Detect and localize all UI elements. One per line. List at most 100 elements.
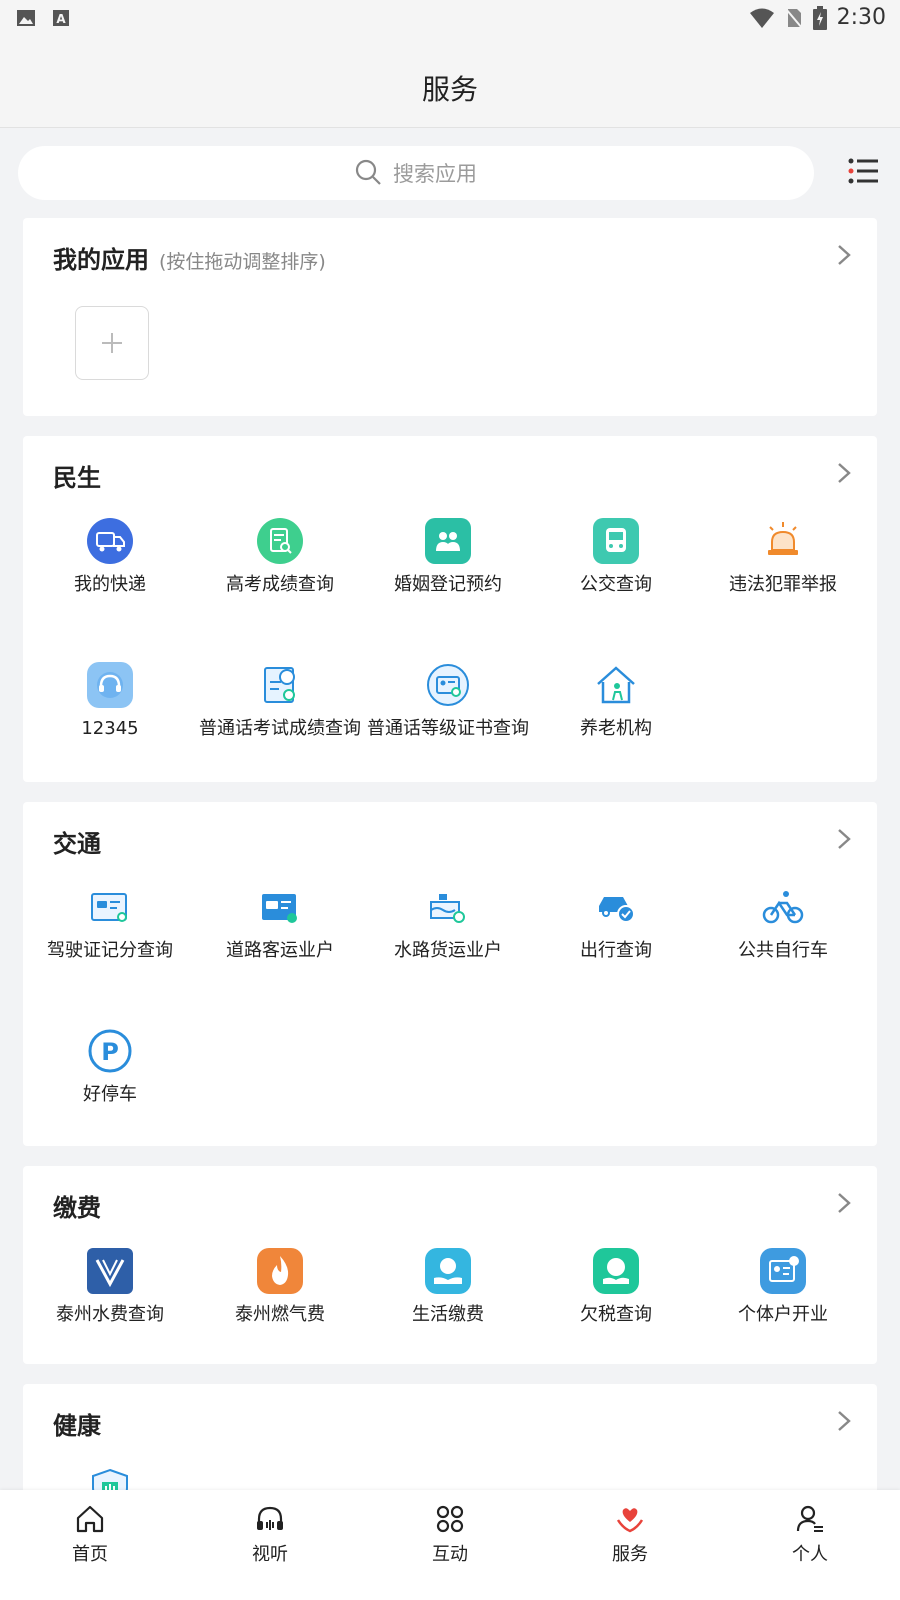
app-waterway-cargo[interactable]: 水路货运业户 xyxy=(363,884,533,963)
elderly-home-icon xyxy=(597,666,635,704)
app-parking[interactable]: P 好停车 xyxy=(25,1028,195,1107)
app-label: 12345 xyxy=(81,718,139,739)
svg-text:P: P xyxy=(101,1038,119,1066)
app-label: 养老机构 xyxy=(580,718,652,739)
app-tax-arrears[interactable]: 欠税查询 xyxy=(531,1248,701,1327)
app-water-bill[interactable]: 泰州水费查询 xyxy=(25,1248,195,1327)
nav-label: 首页 xyxy=(72,1544,108,1565)
nav-label: 服务 xyxy=(612,1544,648,1565)
section-title: 交通 xyxy=(53,830,101,858)
app-label: 普通话等级证书查询 xyxy=(367,718,529,739)
delivery-truck-icon xyxy=(87,518,133,564)
app-label: 高考成绩查询 xyxy=(226,574,334,595)
section-payment: 缴费 泰州水费查询 泰州燃气费 生活缴费 欠税查询 个体户开业 xyxy=(23,1166,877,1364)
app-mandarin-certificate[interactable]: 普通话等级证书查询 xyxy=(363,662,533,741)
app-label: 好停车 xyxy=(83,1084,137,1105)
app-label: 公共自行车 xyxy=(738,940,828,961)
app-label: 婚姻登记预约 xyxy=(394,574,502,595)
nav-label: 个人 xyxy=(792,1544,828,1565)
grid-icon xyxy=(436,1505,464,1533)
app-label: 我的快递 xyxy=(74,574,146,595)
text-notification-icon: A xyxy=(53,10,69,26)
parking-icon: P xyxy=(88,1029,132,1073)
app-label: 欠税查询 xyxy=(580,1304,652,1325)
section-title: 缴费 xyxy=(53,1194,101,1222)
gallery-notification-icon xyxy=(17,10,35,26)
battery-icon xyxy=(812,5,827,30)
nav-home[interactable]: 首页 xyxy=(30,1504,150,1566)
app-label: 出行查询 xyxy=(580,940,652,961)
app-label: 泰州燃气费 xyxy=(235,1304,325,1325)
gas-flame-icon xyxy=(257,1248,303,1294)
waterway-cargo-icon xyxy=(430,894,465,923)
chevron-right-icon[interactable] xyxy=(837,244,851,266)
bicycle-icon xyxy=(762,891,804,924)
certificate-search-icon xyxy=(427,664,469,706)
app-label: 普通话考试成绩查询 xyxy=(199,718,361,739)
page-title: 服务 xyxy=(421,73,478,106)
chevron-right-icon[interactable] xyxy=(837,1410,851,1432)
section-minsheng: 民生 我的快递 高考成绩查询 婚姻登记预约 公交查询 违法犯罪举报 12345 xyxy=(23,436,877,782)
nav-interaction[interactable]: 互动 xyxy=(390,1504,510,1566)
nav-profile[interactable]: 个人 xyxy=(750,1504,870,1566)
bus-icon xyxy=(593,518,639,564)
user-icon xyxy=(796,1505,823,1532)
alarm-icon xyxy=(768,522,798,555)
my-apps-hint: (按住拖动调整排序) xyxy=(159,251,326,273)
app-label: 个体户开业 xyxy=(738,1304,828,1325)
app-life-payment[interactable]: 生活缴费 xyxy=(363,1248,533,1327)
app-label: 水路货运业户 xyxy=(394,940,502,961)
app-road-passenger[interactable]: 道路客运业户 xyxy=(195,884,365,963)
nav-audio-video[interactable]: 视听 xyxy=(210,1504,330,1566)
app-label: 道路客运业户 xyxy=(226,940,334,961)
app-marriage-registration[interactable]: 婚姻登记预约 xyxy=(363,518,533,597)
license-points-icon xyxy=(91,893,127,922)
plus-icon xyxy=(102,333,122,353)
section-title: 民生 xyxy=(53,464,101,492)
app-public-bicycle[interactable]: 公共自行车 xyxy=(698,884,868,963)
svg-text:A: A xyxy=(56,12,66,26)
water-bill-icon xyxy=(87,1248,133,1294)
no-sim-icon xyxy=(784,7,803,29)
app-12345[interactable]: 12345 xyxy=(25,662,195,741)
app-business-license[interactable]: 个体户开业 xyxy=(698,1248,868,1327)
app-gaokao-score[interactable]: 高考成绩查询 xyxy=(195,518,365,597)
my-apps-card: 我的应用 (按住拖动调整排序) xyxy=(23,218,877,416)
category-list-icon[interactable] xyxy=(848,158,878,184)
road-transport-icon xyxy=(262,894,297,923)
app-license-points[interactable]: 驾驶证记分查询 xyxy=(25,884,195,963)
search-icon xyxy=(355,159,381,185)
nav-service[interactable]: 服务 xyxy=(570,1504,690,1566)
app-label: 违法犯罪举报 xyxy=(729,574,837,595)
add-app-button[interactable] xyxy=(75,306,149,380)
clock: 2:30 xyxy=(836,5,886,30)
app-gas-bill[interactable]: 泰州燃气费 xyxy=(195,1248,365,1327)
tax-icon xyxy=(593,1248,639,1294)
hotline-icon xyxy=(87,662,133,708)
marriage-icon xyxy=(425,518,471,564)
home-icon xyxy=(76,1505,104,1533)
chevron-right-icon[interactable] xyxy=(837,1192,851,1214)
app-mandarin-exam-score[interactable]: 普通话考试成绩查询 xyxy=(195,662,365,741)
headphones-icon xyxy=(257,1506,283,1530)
section-title: 健康 xyxy=(53,1412,101,1440)
search-row: 搜索应用 xyxy=(0,128,900,218)
mandarin-exam-icon xyxy=(264,667,295,703)
app-travel-query[interactable]: 出行查询 xyxy=(531,884,701,963)
section-transport: 交通 驾驶证记分查询 道路客运业户 水路货运业户 出行查询 公共自行车 P 好停… xyxy=(23,802,877,1146)
wifi-icon xyxy=(749,8,774,28)
app-crime-report[interactable]: 违法犯罪举报 xyxy=(698,518,868,597)
app-label: 公交查询 xyxy=(580,574,652,595)
app-bus-query[interactable]: 公交查询 xyxy=(531,518,701,597)
car-check-icon xyxy=(599,897,635,923)
status-bar: A 2:30 xyxy=(0,0,900,36)
nav-label: 视听 xyxy=(252,1544,288,1565)
nav-label: 互动 xyxy=(432,1544,468,1565)
app-my-delivery[interactable]: 我的快递 xyxy=(25,518,195,597)
app-label: 生活缴费 xyxy=(412,1304,484,1325)
search-input[interactable]: 搜索应用 xyxy=(18,146,814,200)
chevron-right-icon[interactable] xyxy=(837,828,851,850)
app-elderly-home[interactable]: 养老机构 xyxy=(531,662,701,741)
payment-hand-icon xyxy=(425,1248,471,1294)
chevron-right-icon[interactable] xyxy=(837,462,851,484)
